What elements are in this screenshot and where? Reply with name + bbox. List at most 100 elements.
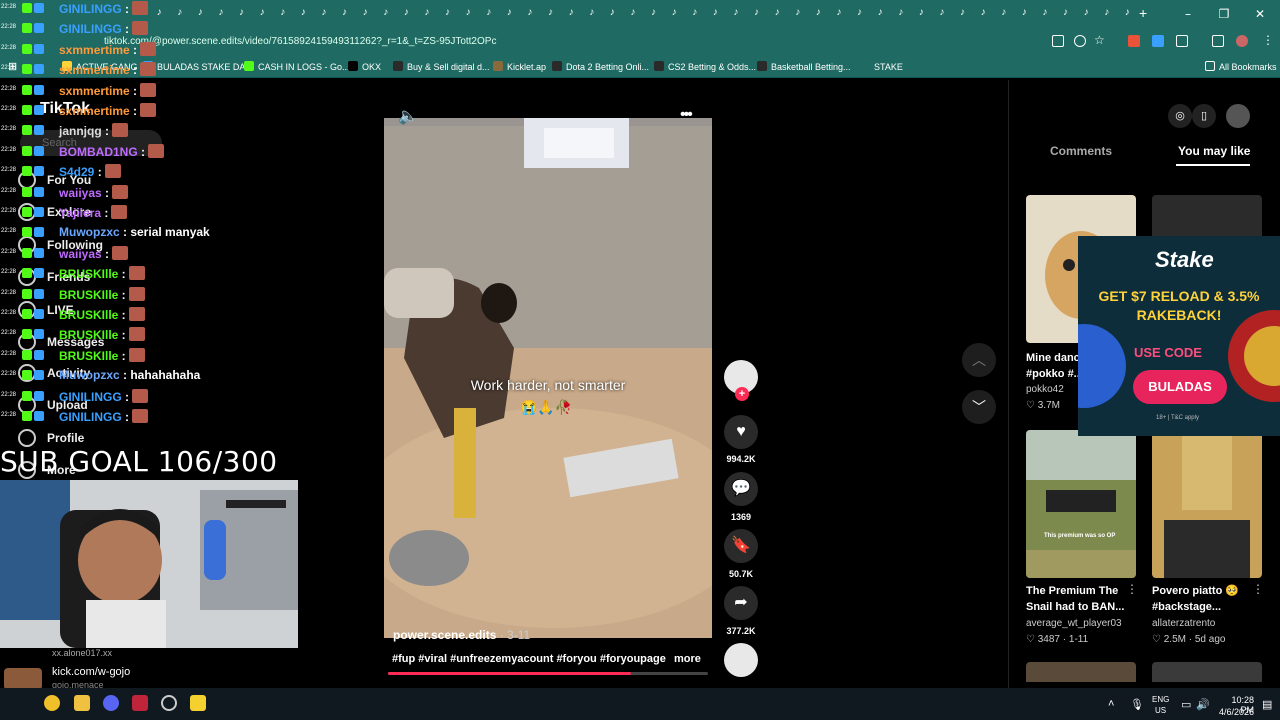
language-indicator[interactable]: ENG <box>1152 695 1169 704</box>
tab-favicon[interactable]: ♪ <box>836 7 846 19</box>
phone-icon[interactable]: ▯ <box>1192 104 1216 128</box>
discord-icon[interactable] <box>103 695 119 711</box>
chat-username[interactable]: GINILINGG <box>59 22 122 36</box>
tab-favicon[interactable]: ♪ <box>445 7 455 19</box>
tab-favicon[interactable]: ♪ <box>816 7 826 19</box>
video-card-title[interactable]: Povero piatto 🥺 #backstage... <box>1152 583 1262 615</box>
network-icon[interactable]: ▭ <box>1181 698 1191 711</box>
restore-icon[interactable]: ❐ <box>1214 4 1234 24</box>
sound-disc[interactable] <box>724 643 758 677</box>
chat-username[interactable]: sxmmertime <box>59 84 130 98</box>
chat-username[interactable]: BRUSKIlle <box>59 349 118 363</box>
tab-favicon[interactable]: ♪ <box>466 7 476 19</box>
new-tab-button[interactable]: + <box>1139 5 1147 21</box>
chat-username[interactable]: BRUSKIlle <box>59 288 118 302</box>
tab-favicon[interactable]: ♪ <box>321 7 331 19</box>
chat-username[interactable]: waiiyas <box>59 186 102 200</box>
tab-favicon[interactable]: ♪ <box>1125 7 1135 19</box>
tab-favicon[interactable]: ♪ <box>754 7 764 19</box>
tab-comments[interactable]: Comments <box>1050 144 1112 158</box>
tab-favicon[interactable]: ♪ <box>651 7 661 19</box>
tab-favicon[interactable]: ♪ <box>1084 7 1094 19</box>
tab-favicon[interactable]: ♪ <box>548 7 558 19</box>
tab-favicon[interactable]: ♪ <box>795 7 805 19</box>
chat-username[interactable]: GINILINGG <box>59 390 122 404</box>
video-card-author[interactable]: pokko42 <box>1026 384 1064 395</box>
tab-favicon[interactable]: ♪ <box>363 7 373 19</box>
video-card-author[interactable]: average_wt_player03 <box>1026 618 1122 629</box>
more-options-icon[interactable]: ••• <box>680 106 693 124</box>
tab-favicon[interactable]: ♪ <box>301 7 311 19</box>
sticky-notes-icon[interactable] <box>190 695 206 711</box>
tab-favicon[interactable]: ♪ <box>424 7 434 19</box>
chat-username[interactable]: BRUSKIlle <box>59 308 118 322</box>
video-progress-bar[interactable] <box>388 672 708 675</box>
tab-favicon[interactable]: ♪ <box>610 7 620 19</box>
video-hashtags[interactable]: #fup #viral #unfreezemyacount #foryou #f… <box>392 653 666 665</box>
extensions-puzzle-icon[interactable] <box>1176 35 1188 47</box>
compass-icon[interactable]: ◎ <box>1168 104 1192 128</box>
tab-favicon[interactable]: ♪ <box>1001 7 1011 19</box>
tab-favicon[interactable]: ♪ <box>733 7 743 19</box>
tab-favicon[interactable]: ♪ <box>960 7 970 19</box>
video-card-thumbnail[interactable] <box>1026 662 1136 682</box>
tab-favicon[interactable]: ♪ <box>630 7 640 19</box>
media-control-icon[interactable] <box>1212 35 1224 47</box>
tab-favicon[interactable]: ♪ <box>857 7 867 19</box>
tab-favicon[interactable]: ♪ <box>1022 7 1032 19</box>
card-more-icon[interactable]: ⋮ <box>1126 582 1138 596</box>
app-icon[interactable] <box>132 695 148 711</box>
bookmark-item[interactable]: Kicklet.ap <box>493 61 546 72</box>
tab-favicon[interactable]: ♪ <box>981 7 991 19</box>
steam-icon[interactable] <box>161 695 177 711</box>
tab-favicon[interactable]: ♪ <box>692 7 702 19</box>
close-icon[interactable]: ✕ <box>1250 4 1270 24</box>
install-app-icon[interactable] <box>1052 35 1064 47</box>
chat-username[interactable]: Yajiiera <box>59 206 101 220</box>
chat-username[interactable]: BRUSKIlle <box>59 267 118 281</box>
extension-icon[interactable] <box>1128 35 1140 47</box>
previous-video-button[interactable]: ︿ <box>962 343 996 377</box>
volume-icon[interactable]: 🔊 <box>1196 698 1210 711</box>
tab-favicon[interactable]: ♪ <box>527 7 537 19</box>
chat-username[interactable]: sxmmertime <box>59 104 130 118</box>
tab-favicon[interactable]: ♪ <box>1063 7 1073 19</box>
star-icon[interactable]: ☆ <box>1094 33 1105 47</box>
tab-favicon[interactable]: ♪ <box>383 7 393 19</box>
chat-username[interactable]: GINILINGG <box>59 410 122 424</box>
tab-favicon[interactable]: ♪ <box>404 7 414 19</box>
author-name[interactable]: power.scene.edits <box>393 628 496 642</box>
tab-favicon[interactable]: ♪ <box>486 7 496 19</box>
video-card-thumbnail[interactable] <box>1152 662 1262 682</box>
chat-username[interactable]: Muwopzxc <box>59 368 120 382</box>
video-author[interactable]: power.scene.edits · 3-11 <box>393 628 530 642</box>
user-avatar[interactable] <box>1226 104 1250 128</box>
video-card-thumbnail[interactable] <box>1026 430 1136 578</box>
tab-favicon[interactable]: ♪ <box>713 7 723 19</box>
zoom-icon[interactable] <box>1074 35 1086 47</box>
bookmark-item[interactable]: Basketball Betting... <box>757 61 851 72</box>
tab-favicon[interactable]: ♪ <box>342 7 352 19</box>
bookmark-item[interactable]: OKX <box>348 61 381 72</box>
chat-username[interactable]: S4d29 <box>59 165 94 179</box>
chat-username[interactable]: BRUSKIlle <box>59 328 118 342</box>
video-card-title[interactable]: The Premium The Snail had to BAN... <box>1026 583 1136 615</box>
tab-favicon[interactable]: ♪ <box>919 7 929 19</box>
tab-favicon[interactable]: ♪ <box>898 7 908 19</box>
microphone-icon[interactable]: 🎙 <box>1130 698 1144 711</box>
chat-username[interactable]: sxmmertime <box>59 63 130 77</box>
tab-favicon[interactable]: ♪ <box>569 7 579 19</box>
tab-you-may-like[interactable]: You may like <box>1178 144 1250 158</box>
clock-date[interactable]: 4/6/2026 <box>1213 707 1254 717</box>
ad-code-button[interactable]: BULADAS <box>1133 370 1227 404</box>
chat-username[interactable]: jannjqg <box>59 124 102 138</box>
video-card-author[interactable]: allaterzatrento <box>1152 618 1215 629</box>
chat-username[interactable]: GINILINGG <box>59 2 122 16</box>
chevron-up-icon[interactable]: ˄ <box>1108 698 1114 710</box>
like-button[interactable]: ♥ <box>724 415 758 449</box>
tab-favicon[interactable]: ♪ <box>878 7 888 19</box>
tab-favicon[interactable]: ♪ <box>1104 7 1114 19</box>
tab-favicon[interactable]: ♪ <box>939 7 949 19</box>
tab-favicon[interactable]: ♪ <box>507 7 517 19</box>
chat-username[interactable]: BOMBAD1NG <box>59 145 138 159</box>
